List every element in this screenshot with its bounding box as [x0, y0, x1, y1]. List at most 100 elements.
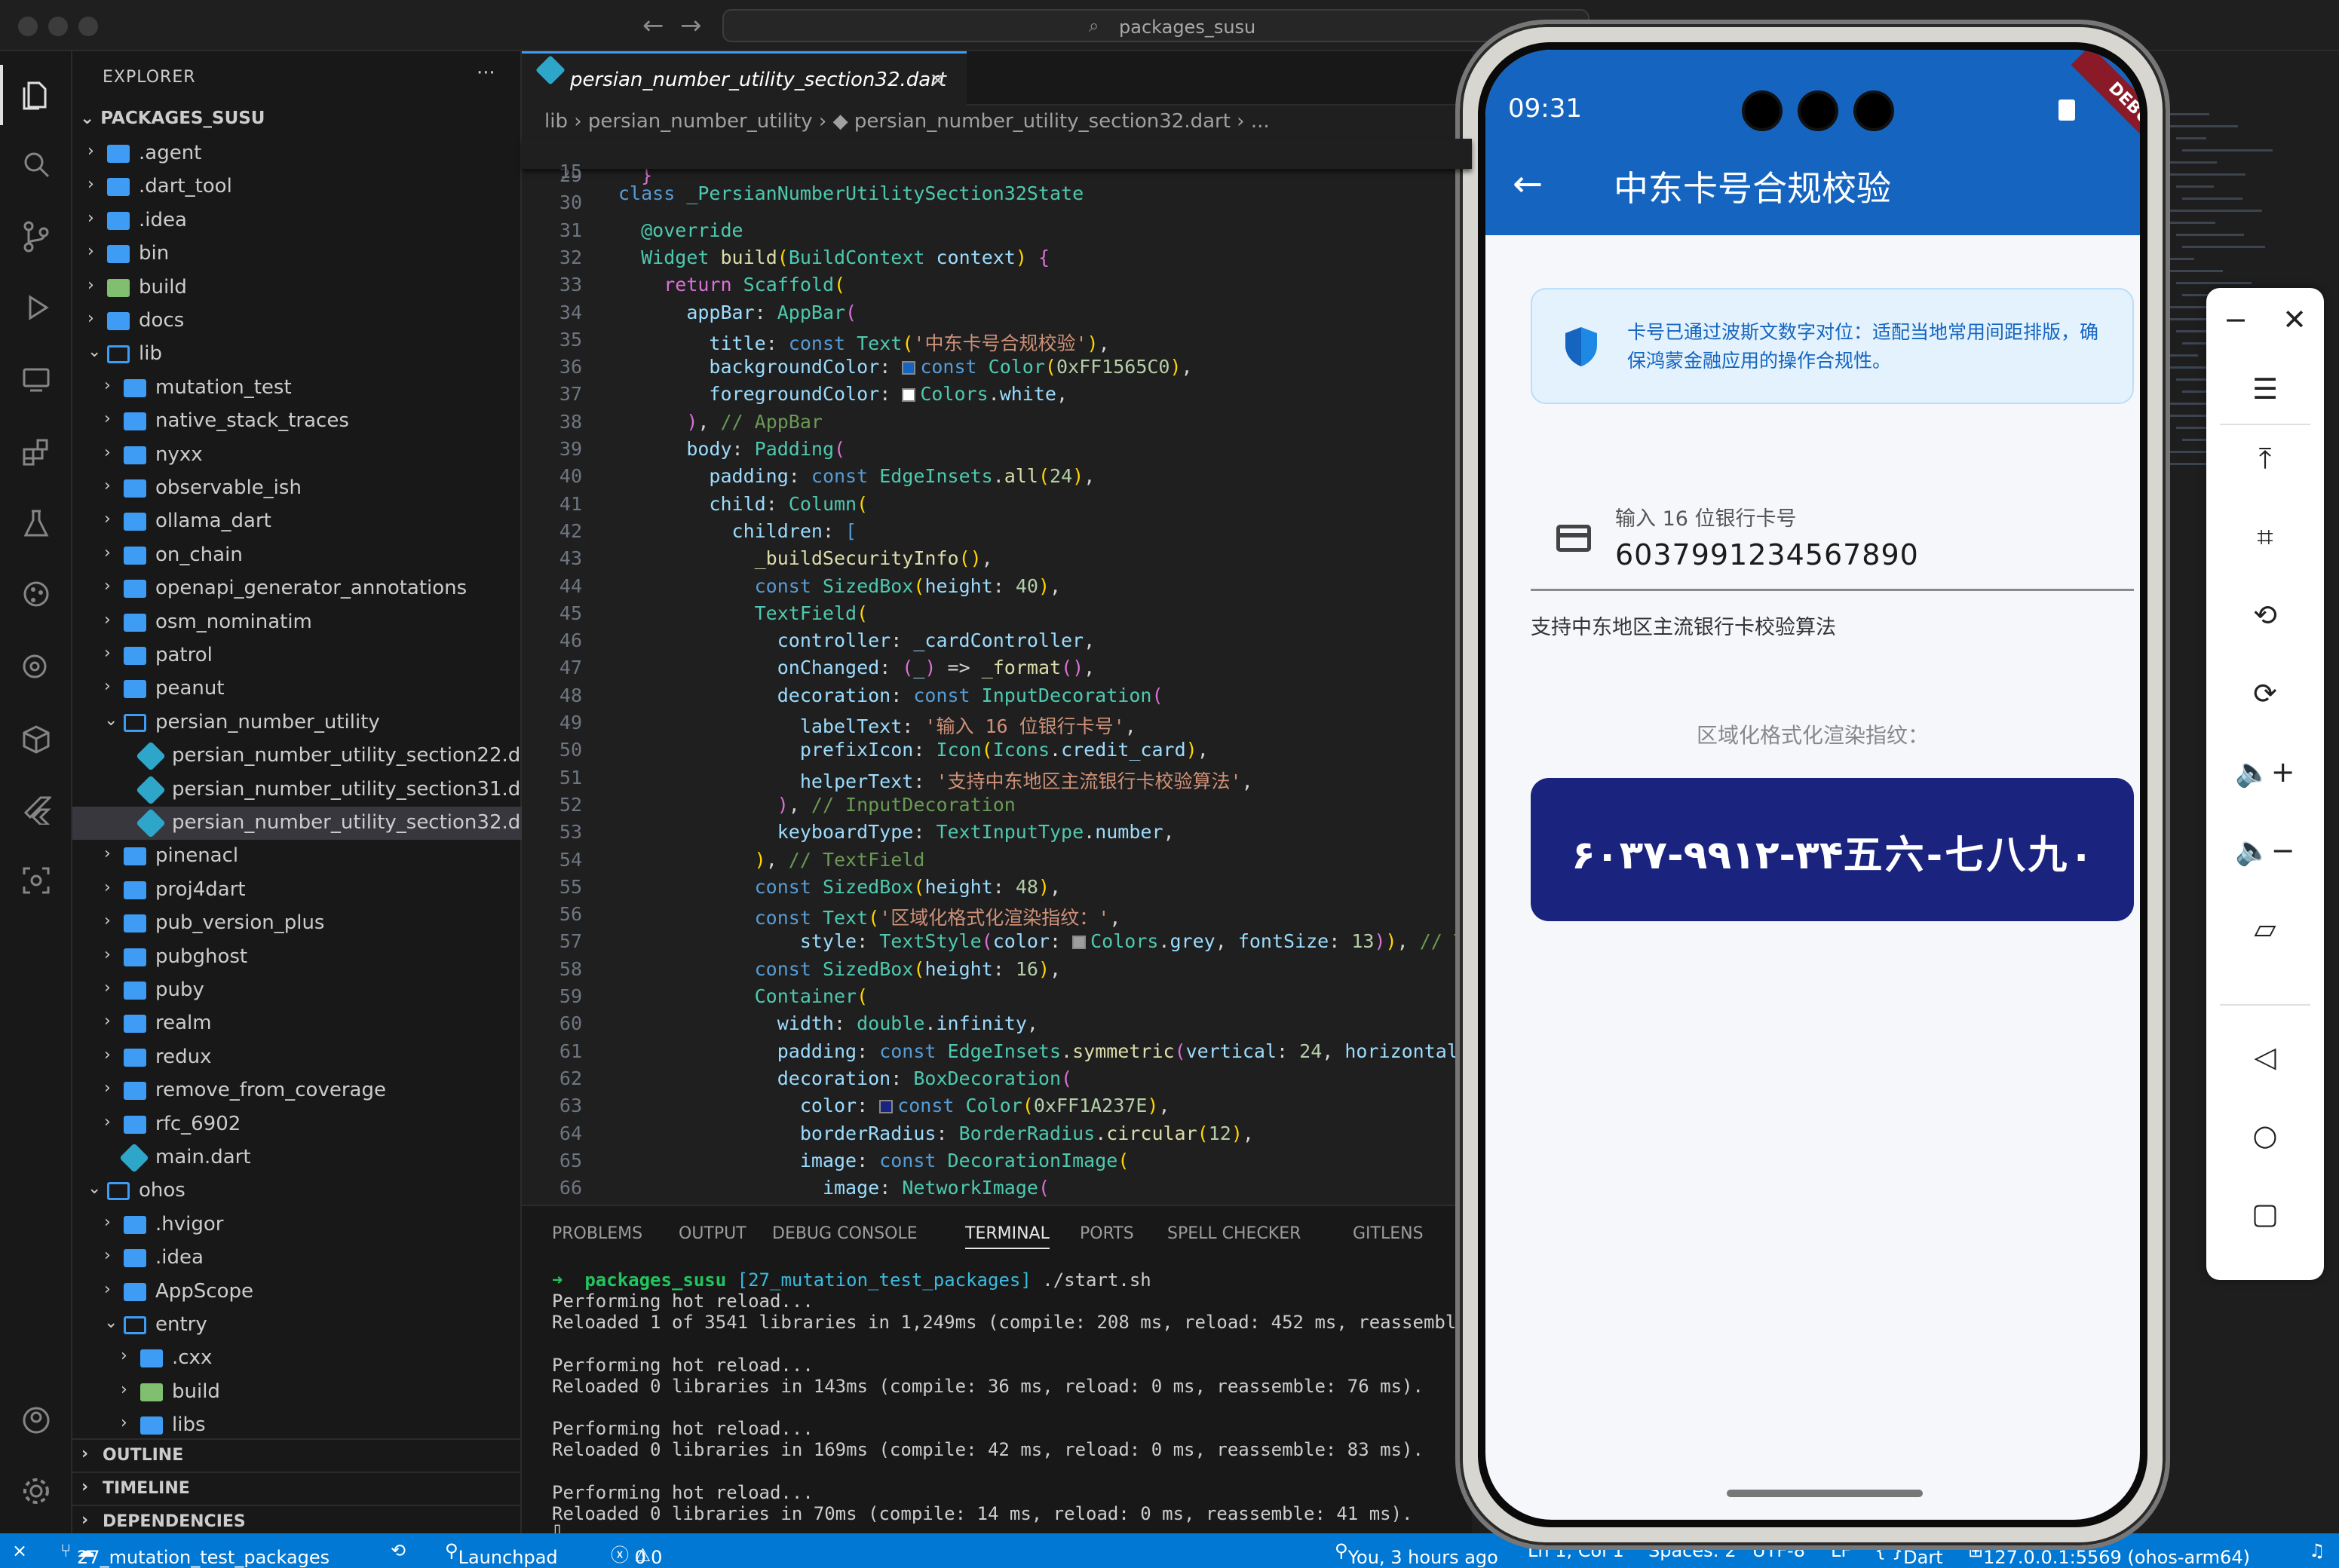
breadcrumb[interactable]: lib › persian_number_utility › ◆ persian… — [544, 110, 1270, 133]
tree-item-folder[interactable]: ⌄ lib — [72, 338, 522, 371]
tree-item-folder[interactable]: › bin — [72, 237, 522, 271]
panel-tab-terminal[interactable]: TERMINAL — [965, 1224, 1050, 1249]
tree-item-folder[interactable]: › rfc_6902 — [72, 1108, 522, 1141]
more-actions-icon[interactable]: ··· — [477, 62, 495, 84]
window-close-button[interactable] — [18, 17, 38, 36]
tree-item-folder[interactable]: › pub_version_plus — [72, 907, 522, 940]
tree-item-folder[interactable]: › remove_from_coverage — [72, 1074, 522, 1107]
back-arrow-icon[interactable]: ← — [1513, 163, 1543, 205]
go-back-icon[interactable]: ← — [642, 11, 664, 41]
tree-item-folder[interactable]: › native_stack_traces — [72, 405, 522, 438]
sync-icon[interactable]: ⟲ — [391, 1540, 406, 1561]
scan-icon[interactable] — [17, 861, 56, 900]
launchpad-button[interactable]: ⚲ Launchpad — [445, 1540, 558, 1568]
tree-item-folder[interactable]: › osm_nominatim — [72, 606, 522, 639]
tree-item-folder[interactable]: › mutation_test — [72, 372, 522, 405]
close-icon[interactable]: ✕ — [2265, 297, 2324, 342]
tree-item-folder[interactable]: › build — [72, 1376, 522, 1409]
home-icon[interactable]: ○ — [2206, 1113, 2324, 1158]
tree-item-folder[interactable]: › ollama_dart — [72, 505, 522, 538]
tree-item-folder[interactable]: › observable_ish — [72, 472, 522, 505]
volume-down-icon[interactable]: 🔈− — [2206, 828, 2324, 873]
source-control-icon[interactable] — [17, 217, 56, 256]
tree-item-folder[interactable]: › .idea — [72, 1242, 522, 1275]
rotate-right-icon[interactable]: ⟳ — [2206, 671, 2324, 716]
panel-tab-ports[interactable]: PORTS — [1080, 1224, 1134, 1243]
panel-tab-spell-checker[interactable]: SPELL CHECKER — [1167, 1224, 1301, 1243]
panel-tab-gitlens[interactable]: GITLENS — [1353, 1224, 1424, 1243]
tree-item-folder[interactable]: › .cxx — [72, 1342, 522, 1375]
shake-icon[interactable]: ▱ — [2206, 906, 2324, 951]
explorer-icon[interactable] — [17, 75, 56, 115]
notifications-icon[interactable]: ♫ — [2309, 1540, 2325, 1561]
testing-icon[interactable] — [17, 504, 56, 543]
minimize-icon[interactable]: − — [2206, 297, 2265, 342]
tree-item-folder[interactable]: › .dart_tool — [72, 170, 522, 204]
package-icon[interactable] — [17, 719, 56, 758]
git-blame[interactable]: ⚲ You, 3 hours ago — [1335, 1540, 1498, 1568]
search-icon[interactable] — [17, 145, 56, 184]
account-icon[interactable] — [17, 1401, 56, 1440]
tree-item-folder[interactable]: › on_chain — [72, 539, 522, 572]
panel-tab-output[interactable]: OUTPUT — [679, 1224, 746, 1243]
window-zoom-button[interactable] — [78, 17, 98, 36]
tree-item-folder[interactable]: › realm — [72, 1007, 522, 1040]
tree-item-file[interactable]: persian_number_utility_section31.d... — [72, 773, 522, 807]
tree-item-folder[interactable]: › nyxx — [72, 439, 522, 472]
remote-indicator-icon[interactable]: ⨯ — [12, 1540, 27, 1561]
tree-item-folder[interactable]: › AppScope — [72, 1276, 522, 1309]
sticky-scroll-header[interactable]: 15 class _PersianNumberUtilitySection32S… — [522, 139, 1472, 204]
problems-indicator[interactable]: ⓧ 0 ⚠ 0 — [611, 1540, 662, 1568]
recents-icon[interactable]: ▢ — [2206, 1191, 2324, 1236]
pin-top-icon[interactable]: ⤒ — [2206, 436, 2324, 481]
tree-item-folder[interactable]: › docs — [72, 305, 522, 338]
timeline-panel-header[interactable]: › TIMELINE — [72, 1472, 522, 1505]
tree-item-folder[interactable]: › build — [72, 271, 522, 305]
tab-persian-number-utility-section32[interactable]: persian_number_utility_section32.dart × — [522, 51, 967, 106]
workspace-root[interactable]: ⌄ PACKAGES_SUSU — [80, 109, 265, 128]
branch-indicator[interactable]: ⑂ 27_mutation_test_packages ☁ — [60, 1540, 330, 1568]
tree-item-file[interactable]: persian_number_utility_section32.d... — [72, 807, 522, 840]
rotate-left-icon[interactable]: ⟲ — [2206, 593, 2324, 638]
tree-item-folder[interactable]: › patrol — [72, 639, 522, 672]
menu-icon[interactable]: ☰ — [2206, 366, 2324, 412]
phone-screen[interactable]: 09:31 DEBUG ← 中东卡号合规校验 卡号已通过波斯文数字对位：适配当地… — [1485, 50, 2140, 1520]
git-graph-icon[interactable] — [17, 574, 56, 614]
panel-tab-problems[interactable]: PROBLEMS — [552, 1224, 642, 1243]
tree-item-folder[interactable]: › pinenacl — [72, 840, 522, 873]
tree-item-folder[interactable]: ⌄ ohos — [72, 1174, 522, 1208]
tree-item-folder[interactable]: ⌄ entry — [72, 1309, 522, 1342]
tree-item-folder[interactable]: › proj4dart — [72, 874, 522, 907]
tree-item-file[interactable]: main.dart — [72, 1141, 522, 1174]
tree-item-folder[interactable]: › .agent — [72, 137, 522, 170]
tree-item-file[interactable]: persian_number_utility_section22.d... — [72, 740, 522, 773]
panel-tab-debug-console[interactable]: DEBUG CONSOLE — [772, 1224, 918, 1243]
tree-item-folder[interactable]: › .hvigor — [72, 1208, 522, 1242]
outline-panel-header[interactable]: › OUTLINE — [72, 1438, 522, 1472]
tree-item-folder[interactable]: › peanut — [72, 672, 522, 706]
card-number-value[interactable]: 6037991234567890 — [1615, 538, 1919, 571]
tree-item-folder[interactable]: › pubghost — [72, 941, 522, 974]
tree-item-folder[interactable]: › redux — [72, 1041, 522, 1074]
tree-item-folder[interactable]: › openapi_generator_annotations — [72, 572, 522, 605]
card-number-field[interactable]: 输入 16 位银行卡号 6037991234567890 — [1531, 479, 2134, 591]
flutter-icon[interactable] — [17, 790, 56, 829]
tree-item-folder[interactable]: › .idea — [72, 204, 522, 237]
remote-explorer-icon[interactable] — [17, 360, 56, 400]
command-center-search[interactable]: ⌕ packages_susu — [722, 9, 1589, 42]
tree-item-folder[interactable]: ⌄ persian_number_utility — [72, 706, 522, 740]
window-minimize-button[interactable] — [48, 17, 68, 36]
tree-item-folder[interactable]: › libs — [72, 1409, 522, 1442]
close-icon[interactable]: × — [929, 67, 946, 92]
extensions-icon[interactable] — [17, 433, 56, 472]
home-indicator[interactable] — [1727, 1490, 1923, 1497]
settings-gear-icon[interactable] — [17, 1472, 56, 1511]
crop-icon[interactable]: ⌗ — [2206, 514, 2324, 559]
volume-up-icon[interactable]: 🔈+ — [2206, 749, 2324, 795]
run-debug-icon[interactable] — [17, 288, 56, 327]
back-icon[interactable]: ◁ — [2206, 1034, 2324, 1080]
go-forward-icon[interactable]: → — [680, 11, 702, 41]
tree-item-label: realm — [155, 1012, 212, 1035]
tree-item-folder[interactable]: › puby — [72, 974, 522, 1007]
gitlens-icon[interactable] — [17, 647, 56, 686]
